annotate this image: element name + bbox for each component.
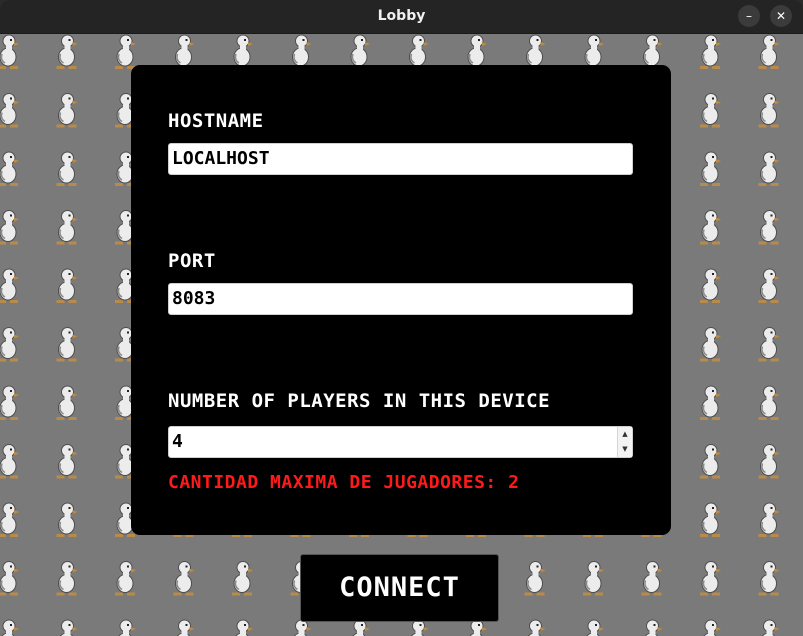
players-input[interactable]: 4 <box>168 426 633 458</box>
spin-down-icon[interactable]: ▼ <box>618 442 632 457</box>
port-input[interactable]: 8083 <box>168 283 633 315</box>
players-spinbox[interactable]: 4 ▲ ▼ <box>168 426 633 458</box>
window-title: Lobby <box>377 8 426 24</box>
close-button[interactable]: ✕ <box>770 5 792 27</box>
max-players-error: CANTIDAD MAXIMA DE JUGADORES: 2 <box>168 472 520 493</box>
lobby-content: HOSTNAME LOCALHOST PORT 8083 NUMBER OF P… <box>0 34 803 636</box>
hostname-input[interactable]: LOCALHOST <box>168 143 633 175</box>
minimize-button[interactable]: – <box>738 5 760 27</box>
hostname-label: HOSTNAME <box>168 110 264 132</box>
players-label: NUMBER OF PLAYERS IN THIS DEVICE <box>168 390 551 412</box>
connect-button[interactable]: CONNECT <box>300 554 499 622</box>
title-bar[interactable]: Lobby – ✕ <box>0 0 803 34</box>
close-icon: ✕ <box>775 9 787 23</box>
lobby-window: Lobby – ✕ HOSTNAME LOCALHOST PORT 8083 N… <box>0 0 803 636</box>
connection-panel: HOSTNAME LOCALHOST PORT 8083 NUMBER OF P… <box>131 65 671 535</box>
spin-up-icon[interactable]: ▲ <box>618 427 632 442</box>
spinbox-arrows: ▲ ▼ <box>617 427 632 457</box>
minimize-icon: – <box>746 9 752 23</box>
port-label: PORT <box>168 250 216 272</box>
